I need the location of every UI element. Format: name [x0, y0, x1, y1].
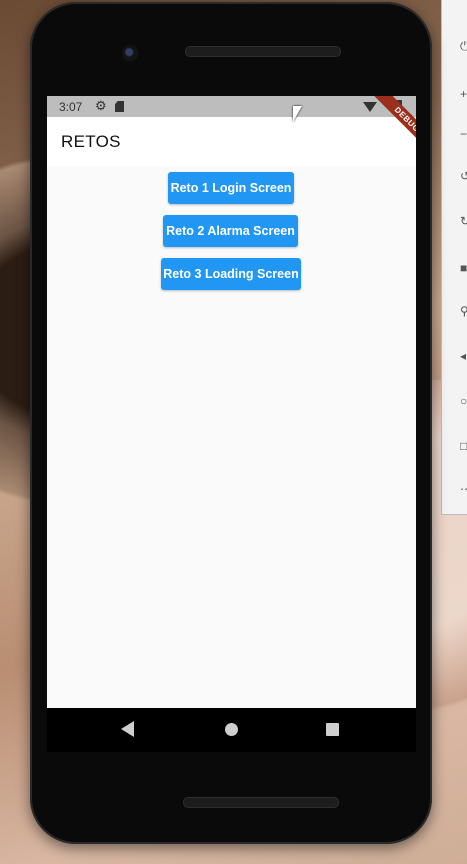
home-icon[interactable] [225, 723, 238, 736]
power-icon[interactable]: ⏻ [460, 40, 467, 52]
reto-1-login-button[interactable]: Reto 1 Login Screen [168, 172, 294, 204]
emulator-side-toolbar: ⏻ + − ↺ ↻ ■ ⚲ ◂ ○ □ ⋯ [441, 0, 467, 515]
more-icon[interactable]: ⋯ [460, 483, 467, 495]
android-nav-bar [47, 708, 416, 752]
reto-2-alarma-button[interactable]: Reto 2 Alarma Screen [163, 215, 298, 247]
rotate-left-icon[interactable]: ↺ [460, 170, 467, 182]
status-bar: 3:07 ⚙ [47, 96, 416, 117]
recents-icon[interactable] [326, 723, 339, 736]
reto-3-loading-button[interactable]: Reto 3 Loading Screen [161, 258, 301, 290]
volume-down-icon[interactable]: − [460, 128, 467, 140]
volume-up-icon[interactable]: + [460, 88, 467, 100]
wifi-icon [363, 102, 377, 112]
front-camera [122, 45, 138, 61]
mouse-cursor-icon [293, 106, 302, 122]
rotate-right-icon[interactable]: ↻ [460, 215, 467, 227]
app-bar: RETOS [47, 117, 416, 166]
page-title: RETOS [61, 132, 121, 151]
speaker-grille [185, 46, 341, 57]
back-icon[interactable] [121, 721, 134, 737]
camera-icon[interactable]: ■ [460, 262, 467, 274]
speaker-grille [183, 797, 339, 808]
home-icon[interactable]: ○ [460, 395, 467, 407]
back-icon[interactable]: ◂ [460, 350, 467, 362]
desktop-background: ⏻ + − ↺ ↻ ■ ⚲ ◂ ○ □ ⋯ 3:07 ⚙ RETOS DEBUG… [0, 0, 467, 864]
status-time: 3:07 [59, 100, 83, 114]
app-screen: 3:07 ⚙ RETOS DEBUG Reto 1 Login Screen R… [47, 96, 416, 708]
sd-card-icon [115, 101, 124, 112]
gear-icon: ⚙ [95, 98, 107, 113]
overview-icon[interactable]: □ [460, 440, 467, 452]
zoom-icon[interactable]: ⚲ [460, 305, 467, 317]
